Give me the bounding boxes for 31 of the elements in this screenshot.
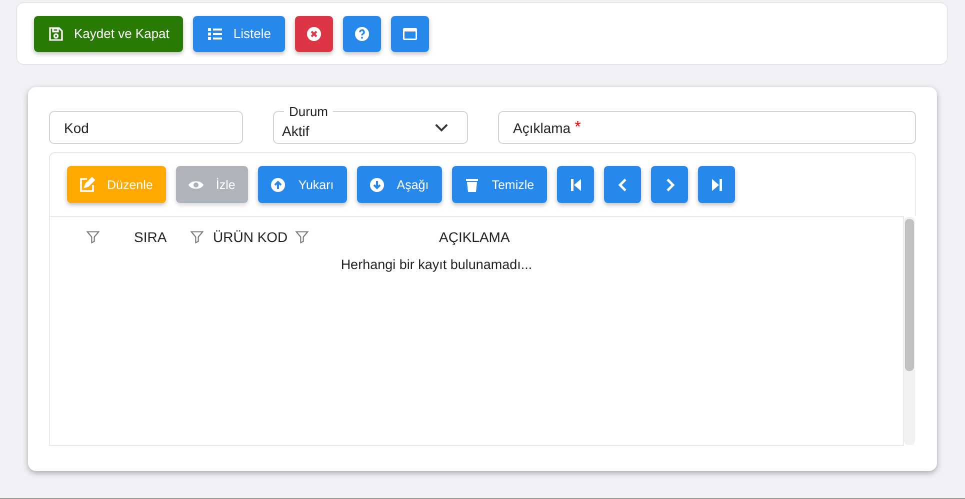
- next-button[interactable]: [651, 166, 688, 203]
- first-page-button[interactable]: [557, 166, 594, 203]
- trash-icon: [464, 176, 480, 192]
- toolbar-button[interactable]: Aşağı: [356, 166, 442, 203]
- toolbar-button[interactable]: Listele: [193, 16, 285, 52]
- previous-button[interactable]: [604, 166, 642, 203]
- description-field[interactable]: Açıklama *: [498, 111, 916, 144]
- help-button[interactable]: [342, 16, 381, 52]
- toolbar-button[interactable]: Yukarı: [258, 166, 347, 203]
- required-mark: *: [574, 118, 581, 136]
- close-icon: [306, 26, 322, 42]
- filter-icon[interactable]: [190, 230, 204, 244]
- list-icon: [207, 26, 224, 42]
- empty-message: Herhangi bir kayıt bulunamadı...: [340, 257, 532, 272]
- field-label: Durum: [284, 104, 334, 119]
- code-field[interactable]: Kod: [49, 111, 243, 144]
- edit-icon: [79, 176, 95, 192]
- save-icon: [48, 26, 64, 42]
- window-button[interactable]: [390, 16, 429, 52]
- toolbar-button[interactable]: Kaydet ve Kapat: [34, 16, 184, 52]
- help-icon: [354, 26, 370, 42]
- column-header[interactable]: SIRA: [134, 229, 190, 245]
- last-page-button[interactable]: [698, 166, 736, 203]
- toolbar-button[interactable]: Temizle: [452, 166, 548, 203]
- column-header[interactable]: ÜRÜN KOD: [213, 229, 295, 245]
- column-header[interactable]: AÇIKLAMA: [439, 229, 510, 245]
- scrollbar[interactable]: [904, 217, 915, 445]
- filter-icon[interactable]: [86, 230, 100, 244]
- close-button[interactable]: [294, 16, 333, 52]
- filter-icon[interactable]: [295, 230, 309, 244]
- window-icon: [402, 26, 418, 42]
